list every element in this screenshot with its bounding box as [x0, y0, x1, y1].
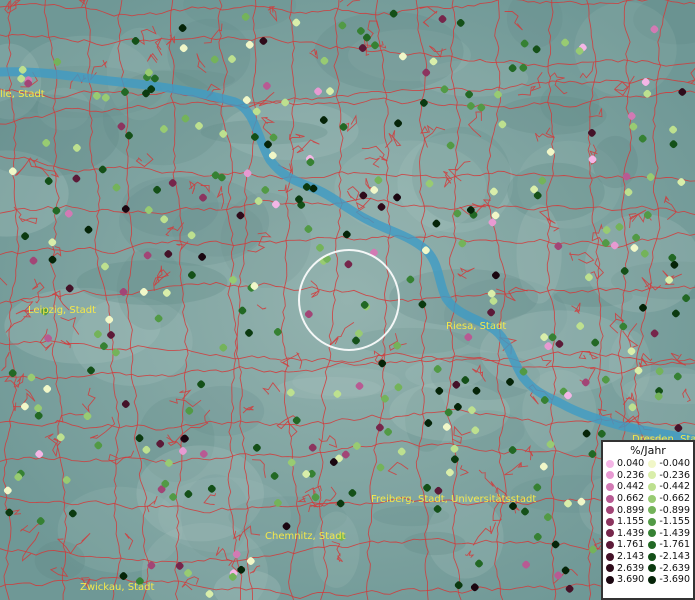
legend-positive-swatch	[606, 471, 614, 480]
legend-negative-value: -3.690	[659, 574, 690, 586]
legend-positive-row: 2.639	[606, 562, 644, 574]
legend-negative-value: -2.143	[659, 551, 690, 563]
legend-positive-swatch	[606, 506, 614, 515]
legend-negative-value: -1.761	[659, 539, 690, 551]
legend-positive-value: 2.143	[617, 551, 645, 563]
legend-positive-value: 2.639	[617, 562, 645, 574]
legend-positive-swatch	[606, 575, 614, 584]
terrain-patch	[403, 531, 466, 556]
terrain-patch	[34, 540, 86, 581]
city-label-riesa: Riesa, Stadt	[446, 321, 506, 332]
terrain-patch	[334, 140, 487, 235]
legend-positive-swatch	[606, 459, 614, 468]
legend-negative-row: -1.155	[648, 516, 690, 528]
legend-negative-value: -0.899	[659, 504, 690, 516]
legend-positive-swatch	[606, 494, 614, 503]
legend-positive-row: 3.690	[606, 574, 644, 586]
legend-positive-row: 0.442	[606, 481, 644, 493]
terrain-patch	[450, 410, 525, 451]
legend-negative-value: -2.639	[659, 562, 690, 574]
legend-positive-column: 0.040 0.236 0.442 0.662 0.899 1.155 1.439 1.761…	[606, 458, 644, 586]
legend-positive-swatch	[606, 540, 614, 549]
legend-negative-swatch	[648, 517, 657, 526]
legend-negative-swatch	[648, 575, 657, 584]
legend-negative-column: -0.040 -0.236 -0.442 -0.662 -0.899 -1.155 -1.4…	[648, 458, 690, 586]
legend-negative-value: -0.236	[659, 469, 690, 481]
legend-positive-row: 0.899	[606, 504, 644, 516]
legend-negative-row: -0.040	[648, 458, 690, 470]
legend-negative-swatch	[648, 494, 657, 503]
legend-negative-row: -1.761	[648, 539, 690, 551]
legend-negative-row: -0.662	[648, 493, 690, 505]
legend-negative-swatch	[648, 552, 657, 561]
city-label-halle: lle, Stadt	[0, 89, 45, 100]
legend-positive-value: 3.690	[617, 574, 645, 586]
legend-positive-swatch	[606, 482, 614, 491]
legend-title: %/Jahr	[630, 444, 666, 457]
terrain-patch	[116, 247, 185, 330]
legend-negative-row: -2.143	[648, 551, 690, 563]
legend-negative-swatch	[648, 506, 657, 515]
legend-positive-row: 2.143	[606, 551, 644, 563]
legend-positive-value: 1.155	[617, 516, 645, 528]
legend-negative-swatch	[648, 459, 657, 468]
legend-negative-row: -1.439	[648, 528, 690, 540]
legend-negative-row: -2.639	[648, 562, 690, 574]
legend-positive-swatch	[606, 529, 614, 538]
legend-negative-value: -1.439	[659, 527, 690, 539]
legend-negative-row: -0.442	[648, 481, 690, 493]
legend-negative-row: -0.236	[648, 470, 690, 482]
legend-positive-row: 1.155	[606, 516, 644, 528]
legend-positive-value: 0.040	[617, 458, 645, 470]
legend-positive-value: 1.761	[617, 539, 645, 551]
legend-negative-value: -1.155	[659, 516, 690, 528]
legend-positive-value: 0.442	[617, 481, 645, 493]
city-label-zwickau: Zwickau, Stadt	[80, 582, 154, 593]
map-canvas[interactable]: lle, Stadt Leipzig, Stadt Riesa, Stadt D…	[0, 0, 695, 600]
legend-positive-value: 0.236	[617, 469, 645, 481]
city-label-freiberg: Freiberg, Stadt, Universitätsstadt	[371, 494, 536, 505]
legend-positive-row: 1.439	[606, 528, 644, 540]
legend-positive-row: 0.236	[606, 470, 644, 482]
city-label-leipzig: Leipzig, Stadt	[28, 305, 96, 316]
legend-positive-row: 0.662	[606, 493, 644, 505]
legend-negative-swatch	[648, 471, 657, 480]
city-label-chemnitz: Chemnitz, Stadt	[265, 531, 346, 542]
legend: %/Jahr 0.040 0.236 0.442 0.662 0.899 1.155 1.4…	[601, 440, 695, 600]
legend-positive-row: 1.761	[606, 539, 644, 551]
legend-negative-value: -0.662	[659, 493, 690, 505]
legend-negative-swatch	[648, 482, 657, 491]
legend-negative-value: -0.442	[659, 481, 690, 493]
legend-positive-swatch	[606, 517, 614, 526]
legend-negative-swatch	[648, 540, 657, 549]
terrain-patch	[405, 359, 484, 389]
terrain-patch	[592, 135, 638, 189]
legend-positive-row: 0.040	[606, 458, 644, 470]
legend-negative-swatch	[648, 564, 657, 573]
legend-positive-value: 1.439	[617, 527, 645, 539]
legend-negative-row: -0.899	[648, 504, 690, 516]
legend-negative-row: -3.690	[648, 574, 690, 586]
terrain-patch	[313, 511, 360, 588]
legend-negative-swatch	[648, 529, 657, 538]
legend-positive-value: 0.899	[617, 504, 645, 516]
legend-table: 0.040 0.236 0.442 0.662 0.899 1.155 1.439 1.761…	[606, 458, 690, 586]
legend-positive-value: 0.662	[617, 493, 645, 505]
legend-negative-value: -0.040	[659, 458, 690, 470]
terrain-patch	[277, 376, 382, 400]
map-view[interactable]: lle, Stadt Leipzig, Stadt Riesa, Stadt D…	[0, 0, 695, 600]
legend-positive-swatch	[606, 552, 614, 561]
legend-positive-swatch	[606, 564, 614, 573]
